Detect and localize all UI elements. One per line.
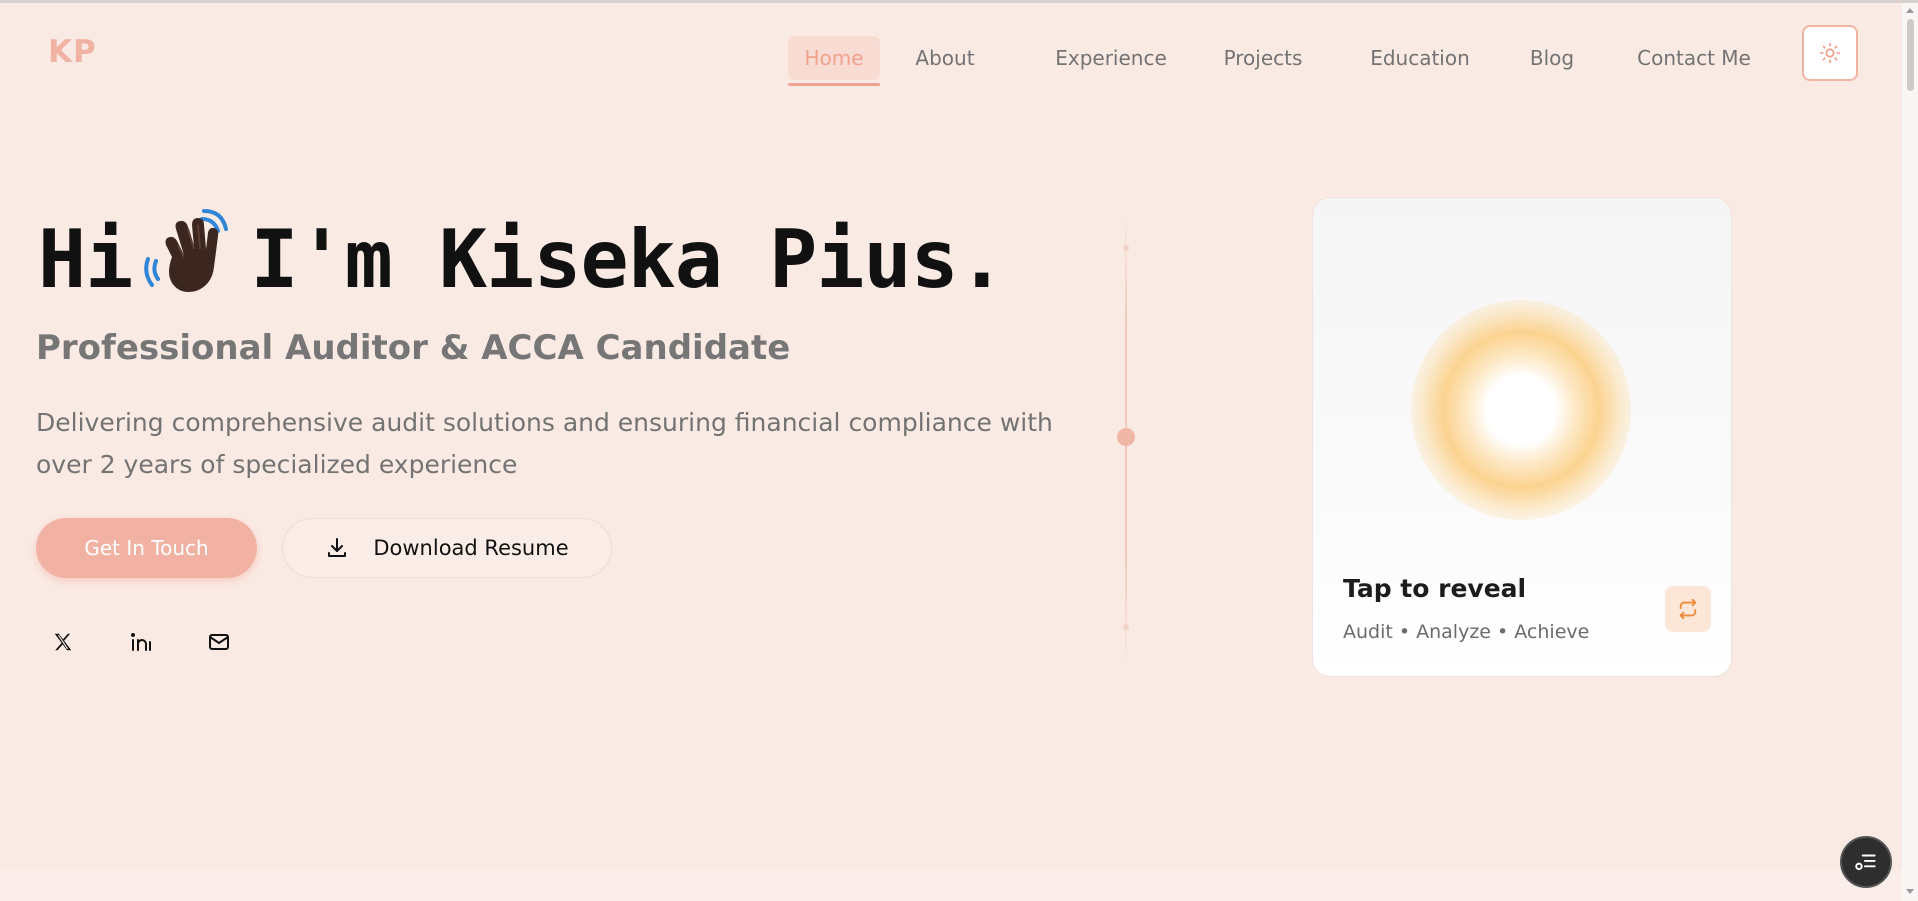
linkedin-icon xyxy=(131,633,151,651)
nav-item-projects[interactable]: Projects xyxy=(1216,36,1310,86)
sun-icon xyxy=(1819,42,1841,64)
site-logo[interactable]: KP xyxy=(48,34,97,70)
list-settings-icon xyxy=(1855,854,1876,871)
reveal-card[interactable]: Tap to reveal Audit • Analyze • Achieve xyxy=(1312,197,1732,677)
x-social-link[interactable] xyxy=(48,627,78,657)
hero-description: Delivering comprehensive audit solutions… xyxy=(36,408,1053,479)
nav-item-education[interactable]: Education xyxy=(1361,36,1479,86)
hero-greeting: Hi xyxy=(38,213,133,306)
window-top-border xyxy=(0,0,1918,3)
scroll-up-arrow[interactable] xyxy=(1906,8,1914,13)
nav-item-label: About xyxy=(915,46,975,70)
nav-item-label: Home xyxy=(804,46,864,70)
download-resume-label: Download Resume xyxy=(373,536,569,560)
nav-item-home[interactable]: Home xyxy=(788,36,880,86)
nav-item-blog[interactable]: Blog xyxy=(1524,36,1580,86)
hero-subtitle: Professional Auditor & ACCA Candidate xyxy=(36,328,791,368)
page-scrollbar[interactable] xyxy=(1902,3,1918,901)
hero-heading: Hi I'm Kiseka Pius. xyxy=(38,205,1006,306)
card-title: Tap to reveal xyxy=(1343,574,1527,603)
mail-icon xyxy=(209,634,229,650)
scroll-down-arrow[interactable] xyxy=(1906,889,1914,894)
theme-toggle-button[interactable] xyxy=(1802,25,1858,81)
scroll-thumb[interactable] xyxy=(1907,19,1914,91)
section-bottom-strip xyxy=(0,869,1902,901)
repeat-icon xyxy=(1679,598,1697,620)
nav-item-about[interactable]: About xyxy=(908,36,982,86)
glow-orb xyxy=(1411,300,1631,520)
linkedin-social-link[interactable] xyxy=(126,627,156,657)
get-in-touch-button[interactable]: Get In Touch xyxy=(36,518,257,578)
divider-dot xyxy=(1123,245,1129,251)
email-social-link[interactable] xyxy=(204,627,234,657)
hero-name: I'm Kiseka Pius. xyxy=(250,213,1006,306)
nav-active-underline xyxy=(788,83,880,86)
card-subtitle: Audit • Analyze • Achieve xyxy=(1343,621,1590,643)
nav-item-label: Projects xyxy=(1223,46,1303,70)
download-resume-button[interactable]: Download Resume xyxy=(282,518,612,578)
waving-hand-icon xyxy=(142,205,238,301)
nav-item-experience[interactable]: Experience xyxy=(1046,36,1176,86)
flip-card-button[interactable] xyxy=(1665,586,1711,632)
nav-item-contact[interactable]: Contact Me xyxy=(1630,36,1758,86)
divider-dot xyxy=(1123,624,1129,630)
x-icon xyxy=(54,633,72,651)
divider-dot-center xyxy=(1117,428,1135,446)
nav-item-label: Education xyxy=(1370,46,1470,70)
download-icon xyxy=(328,538,347,557)
floating-menu-button[interactable] xyxy=(1840,836,1892,888)
nav-item-label: Blog xyxy=(1529,46,1575,70)
nav-item-label: Contact Me xyxy=(1637,46,1751,70)
nav-item-label: Experience xyxy=(1055,46,1167,70)
